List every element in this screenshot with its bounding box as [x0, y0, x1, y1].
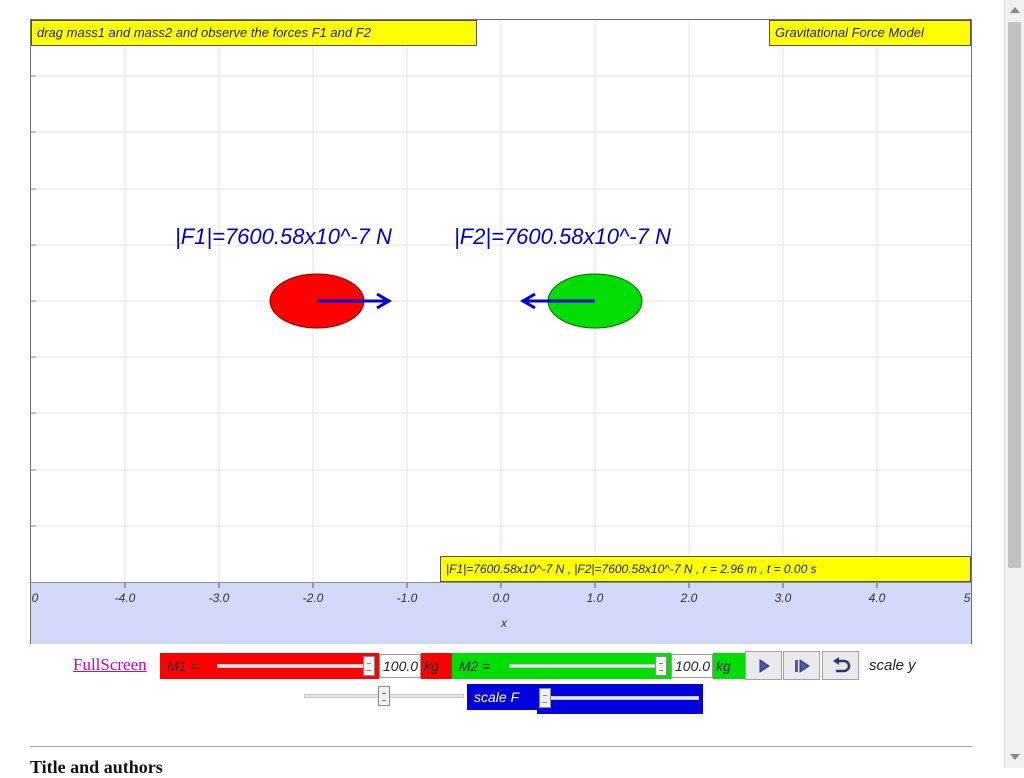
force-f1-label: |F1|=7600.58x10^-7 N	[175, 224, 392, 249]
scroll-up-arrow-icon[interactable]	[1010, 7, 1020, 13]
x-tick-label: 0	[31, 591, 39, 605]
simulation-frame: drag mass1 and mass2 and observe the for…	[30, 19, 972, 644]
status-box: |F1|=7600.58x10^-7 N , |F2|=7600.58x10^-…	[440, 556, 971, 582]
m2-slider[interactable]	[505, 653, 671, 679]
x-tick-label: 1.0	[586, 591, 604, 605]
m2-value-field[interactable]: 100.0	[671, 654, 713, 678]
model-title-box: Gravitational Force Model	[769, 20, 971, 46]
x-axis: 0 -4.0 -3.0 -2.0 -1.0 0.0 1.0 2.0 3.0 4.…	[31, 582, 971, 644]
m1-value-field[interactable]: 100.0	[379, 654, 421, 678]
x-tick-label: 0.0	[492, 591, 510, 605]
m2-slider-handle[interactable]	[655, 656, 667, 676]
m1-slider-track	[217, 664, 375, 668]
scale-y-slider[interactable]	[300, 683, 468, 709]
m2-slider-track	[509, 664, 667, 668]
plot-area: drag mass1 and mass2 and observe the for…	[31, 20, 971, 582]
scale-f-slider[interactable]	[537, 684, 703, 714]
x-tick-label: -3.0	[208, 591, 230, 605]
instruction-box: drag mass1 and mass2 and observe the for…	[31, 20, 477, 46]
vertical-scrollbar[interactable]	[1004, 0, 1024, 768]
scale-f-slider-handle[interactable]	[539, 688, 551, 708]
step-forward-icon	[794, 658, 810, 673]
plot-grid	[31, 20, 971, 582]
controls-row: FullScreen M1 = 100.0 kg M2 = 100.0 kg s…	[0, 650, 1000, 682]
m2-unit: kg	[713, 653, 745, 679]
x-tick-label: -1.0	[396, 591, 418, 605]
step-button[interactable]	[783, 651, 820, 680]
reset-button[interactable]	[822, 651, 859, 680]
scroll-thumb[interactable]	[1008, 22, 1021, 568]
controls-row-2: scale F	[0, 682, 1000, 714]
play-button[interactable]	[745, 651, 782, 680]
scroll-down-arrow-icon[interactable]	[1010, 754, 1020, 760]
m1-slider-handle[interactable]	[363, 656, 375, 676]
x-tick-label: 3.0	[774, 591, 792, 605]
fullscreen-link[interactable]: FullScreen	[73, 655, 147, 675]
x-tick-label: 5	[963, 591, 971, 605]
force-f2-label: |F2|=7600.58x10^-7 N	[454, 224, 671, 249]
x-tick-label: -4.0	[114, 591, 136, 605]
m1-unit: kg	[421, 653, 452, 679]
scale-y-label: scale y	[869, 657, 916, 674]
x-axis-label: x	[501, 616, 507, 630]
scale-y-slider-handle[interactable]	[378, 686, 390, 706]
x-tick-label: -2.0	[302, 591, 324, 605]
m1-slider[interactable]	[213, 653, 379, 679]
x-tick-label: 2.0	[680, 591, 698, 605]
scale-f-label: scale F	[467, 684, 539, 710]
play-icon	[759, 658, 770, 673]
scale-f-slider-track	[541, 696, 699, 700]
m1-label: M1 =	[160, 653, 214, 679]
m2-label: M2 =	[452, 653, 506, 679]
x-tick-label: 4.0	[868, 591, 886, 605]
section-divider	[30, 746, 972, 747]
reset-icon	[832, 656, 850, 672]
